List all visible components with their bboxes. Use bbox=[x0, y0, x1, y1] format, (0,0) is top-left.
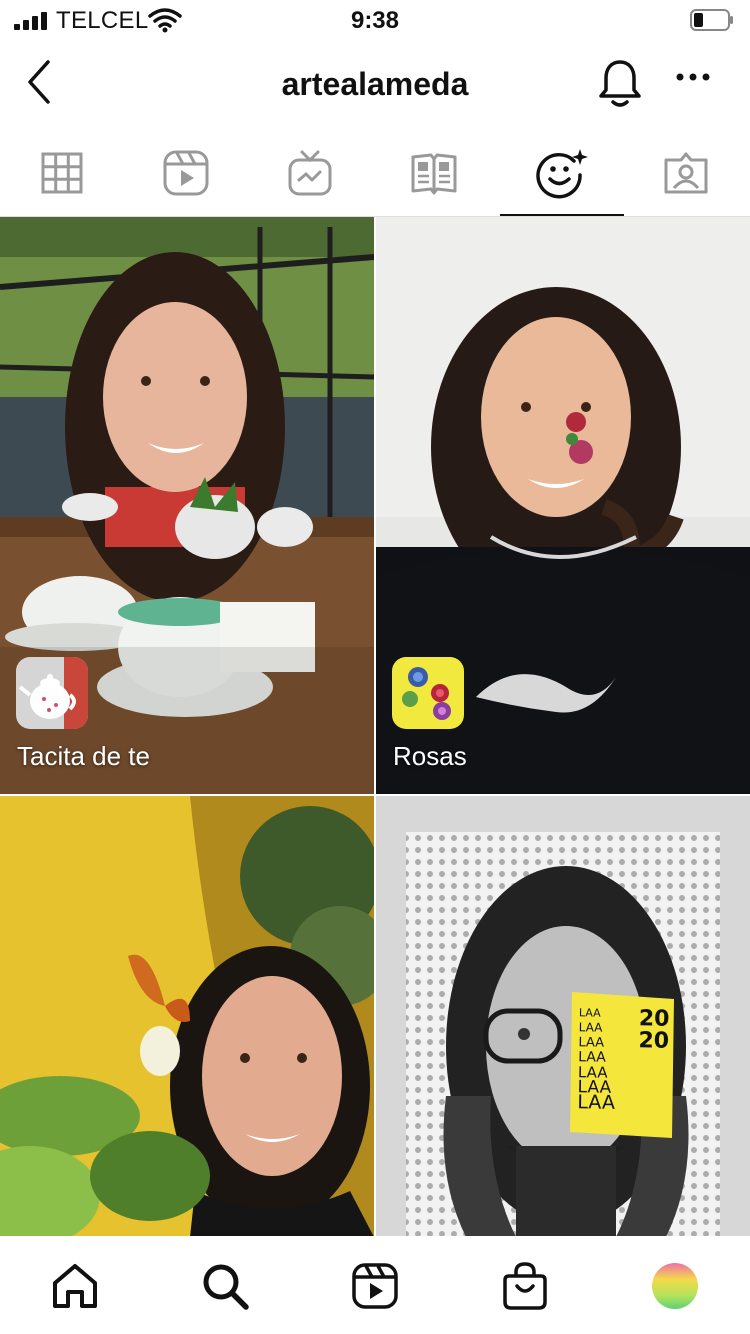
battery-icon bbox=[690, 9, 733, 31]
effect-label: Tacita de te bbox=[17, 741, 150, 771]
laa-2020-sticker: 20 20 LAA LAA LAA LAA LAA LAA LAA bbox=[573, 1001, 675, 1133]
roses-icon bbox=[392, 657, 464, 729]
effect-tile-rosas[interactable]: Rosas bbox=[376, 217, 750, 794]
shop-icon bbox=[503, 1262, 547, 1310]
grid-divider-horizontal bbox=[0, 794, 750, 796]
effect-preview-image bbox=[376, 796, 750, 1237]
search-icon bbox=[203, 1264, 249, 1310]
nav-reels[interactable] bbox=[349, 1260, 401, 1312]
bottom-navigation bbox=[0, 1236, 750, 1334]
sticker-line: LAA bbox=[578, 1006, 601, 1020]
reels-icon bbox=[163, 150, 209, 196]
more-options-icon[interactable] bbox=[676, 72, 710, 82]
nav-shop[interactable] bbox=[499, 1260, 551, 1312]
tab-reels[interactable] bbox=[124, 130, 248, 216]
effect-tile-butterfly[interactable] bbox=[0, 796, 374, 1237]
profile-header: artealameda bbox=[0, 40, 750, 130]
face-sparkle-icon bbox=[536, 149, 588, 199]
tab-grid[interactable] bbox=[0, 130, 124, 216]
nav-home[interactable] bbox=[49, 1260, 101, 1312]
effect-preview-image bbox=[0, 796, 374, 1237]
tab-igtv[interactable] bbox=[248, 130, 372, 216]
teapot-icon bbox=[16, 657, 88, 729]
effect-tile-laa-2020[interactable]: 20 20 LAA LAA LAA LAA LAA LAA LAA bbox=[376, 796, 750, 1237]
home-icon bbox=[53, 1264, 97, 1308]
effect-tile-tacita[interactable]: Tacita de te bbox=[0, 217, 374, 794]
grid-icon bbox=[41, 152, 83, 194]
tab-effects[interactable] bbox=[500, 130, 624, 216]
sticker-line: LAA bbox=[577, 1091, 616, 1114]
status-bar: TELCEL 9:38 bbox=[0, 0, 750, 40]
grid-divider-vertical bbox=[374, 217, 376, 1237]
sticker-year-bottom: 20 bbox=[638, 1028, 670, 1054]
guides-icon bbox=[411, 153, 457, 195]
effects-grid: Tacita de te Rosas 20 20 LAA LAA LAA LAA… bbox=[0, 216, 750, 1237]
profile-tabs bbox=[0, 130, 750, 216]
tab-tagged[interactable] bbox=[624, 130, 748, 216]
igtv-icon bbox=[288, 150, 332, 196]
tab-guides[interactable] bbox=[372, 130, 496, 216]
avatar bbox=[652, 1263, 698, 1309]
notification-bell-icon[interactable] bbox=[598, 58, 642, 108]
tagged-icon bbox=[664, 152, 708, 194]
clock: 9:38 bbox=[350, 7, 400, 34]
nav-search[interactable] bbox=[199, 1260, 251, 1312]
effect-label: Rosas bbox=[393, 741, 467, 771]
sticker-line: LAA bbox=[578, 1020, 603, 1035]
reels-icon bbox=[352, 1263, 398, 1309]
nav-profile[interactable] bbox=[649, 1260, 701, 1312]
